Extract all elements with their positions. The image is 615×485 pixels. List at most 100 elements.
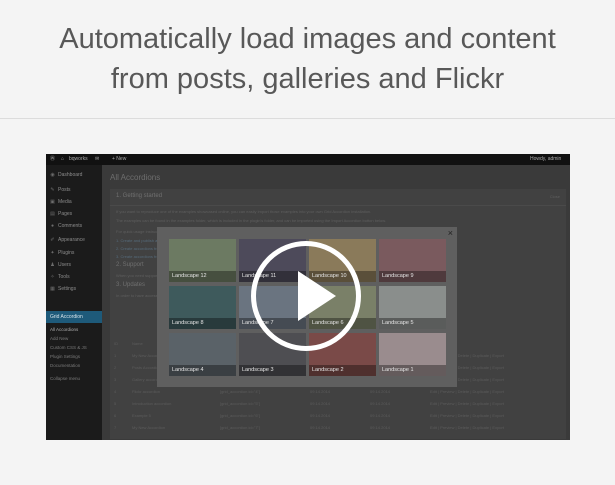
- table-cell: [grid_accordion id="4"]: [220, 389, 261, 394]
- submenu-item[interactable]: All Accordions: [50, 327, 78, 332]
- table-footer: [110, 435, 566, 440]
- sidebar-item-label: Grid Accordion: [50, 314, 83, 320]
- table-cell: 09.14.2014: [310, 389, 331, 394]
- submenu-item[interactable]: Documentation: [50, 363, 80, 368]
- table-cell: 1: [114, 353, 117, 358]
- intro-text-2: The examples can be found in the example…: [116, 218, 387, 223]
- table-cell[interactable]: Edit | Preview | Delete | Duplicate | Ex…: [430, 389, 504, 394]
- sidebar-item-label: Tools: [58, 274, 70, 280]
- sidebar-item-label: Posts: [58, 187, 71, 193]
- comments-icon[interactable]: ✉: [95, 154, 99, 165]
- table-cell: Introduction accordion: [132, 401, 172, 406]
- table-cell: 09.14.2014: [370, 413, 391, 418]
- table-cell[interactable]: Edit | Preview | Delete | Duplicate | Ex…: [430, 401, 504, 406]
- play-icon: [298, 271, 336, 321]
- sidebar-item-grid-accordion[interactable]: Grid Accordion: [46, 311, 102, 323]
- sidebar-item-posts[interactable]: ✎ Posts: [50, 187, 71, 193]
- close-icon[interactable]: ×: [448, 228, 453, 238]
- divider: [110, 205, 566, 206]
- column-header: Name: [132, 341, 143, 346]
- table-cell: [grid_accordion id="5"]: [220, 401, 261, 406]
- sidebar-item-settings[interactable]: ▦ Settings: [50, 286, 76, 292]
- thumbnail-label: Landscape 3: [239, 365, 306, 376]
- thumbnail-label: Landscape 2: [309, 365, 376, 376]
- play-button[interactable]: [251, 241, 361, 351]
- table-cell[interactable]: Edit | Preview | Delete | Duplicate | Ex…: [430, 413, 504, 418]
- sidebar-icon: ●: [50, 223, 55, 229]
- gallery-thumbnail[interactable]: Landscape 5: [379, 286, 446, 329]
- section-support: 2. Support: [116, 262, 144, 268]
- page-title: All Accordions: [110, 173, 161, 182]
- gallery-thumbnail[interactable]: Landscape 12: [169, 239, 236, 282]
- sidebar-item-appearance[interactable]: ✐ Appearance: [50, 237, 85, 243]
- table-row[interactable]: 5 Introduction accordion [grid_accordion i…: [110, 397, 566, 409]
- gallery-thumbnail[interactable]: Landscape 8: [169, 286, 236, 329]
- table-cell: 4: [114, 389, 117, 394]
- sidebar-item-label: Media: [58, 199, 72, 205]
- sidebar-item-plugins[interactable]: ✦ Plugins: [50, 250, 74, 256]
- sidebar-icon: ▦: [50, 286, 55, 292]
- column-header: ID: [114, 341, 118, 346]
- sidebar-item-pages[interactable]: ▤ Pages: [50, 211, 72, 217]
- sidebar-icon: ▤: [50, 211, 55, 217]
- table-cell: 7: [114, 425, 117, 430]
- table-cell: [grid_accordion id="6"]: [220, 413, 261, 418]
- table-cell: 09.14.2014: [370, 389, 391, 394]
- submenu-item[interactable]: Add New: [50, 336, 68, 341]
- sidebar-icon: ✎: [50, 187, 55, 193]
- headline-line-1: Automatically load images and content: [59, 23, 556, 55]
- thumbnail-label: Landscape 5: [379, 318, 446, 329]
- table-cell: Flickr accordion: [132, 389, 161, 394]
- table-row[interactable]: 7 My New Accordion [grid_accordion id="7"]…: [110, 421, 566, 433]
- sidebar-item-label: Plugins: [58, 250, 75, 256]
- headline: Automatically load images and content fr…: [0, 0, 615, 119]
- sidebar-icon: ▣: [50, 199, 55, 205]
- sidebar-item-media[interactable]: ▣ Media: [50, 199, 72, 205]
- thumbnail-label: Landscape 8: [169, 318, 236, 329]
- table-cell: [grid_accordion id="7"]: [220, 425, 261, 430]
- table-cell: 09.14.2014: [310, 413, 331, 418]
- headline-line-2: from posts, galleries and Flickr: [110, 63, 505, 95]
- sidebar-item-label: Settings: [58, 286, 77, 292]
- sidebar-icon: ✦: [50, 250, 55, 256]
- sidebar-item-tools[interactable]: ✧ Tools: [50, 274, 70, 280]
- submenu-item[interactable]: Custom CSS & JS: [50, 345, 87, 350]
- table-cell: 2: [114, 365, 117, 370]
- sidebar-item-label: Pages: [58, 211, 73, 217]
- admin-user[interactable]: Howdy, admin: [530, 154, 561, 165]
- table-cell: Example 5: [132, 413, 151, 418]
- table-cell[interactable]: Edit | Preview | Delete | Duplicate | Ex…: [430, 425, 504, 430]
- sidebar-item-comments[interactable]: ● Comments: [50, 223, 82, 229]
- thumbnail-label: Landscape 1: [379, 365, 446, 376]
- table-cell: My New Accordion: [132, 425, 166, 430]
- submenu-item[interactable]: Plugin Settings: [50, 354, 80, 359]
- table-cell: 6: [114, 413, 117, 418]
- table-row[interactable]: 6 Example 5 [grid_accordion id="6"] 09.14.2…: [110, 409, 566, 421]
- sidebar-item-label: Dashboard: [58, 172, 83, 178]
- intro-text-1: If you want to reproduce one of the exam…: [116, 209, 372, 214]
- sidebar-item-users[interactable]: ♟ Users: [50, 262, 71, 268]
- gallery-thumbnail[interactable]: Landscape 4: [169, 333, 236, 376]
- wordpress-icon[interactable]: Ⓦ: [50, 154, 55, 165]
- admin-new[interactable]: + New: [112, 154, 126, 165]
- video-preview[interactable]: Ⓦ ⌂ bqworks ✉ + New Howdy, admin ◉ Dashbo…: [46, 154, 570, 440]
- sidebar-item-dashboard[interactable]: ◉ Dashboard: [50, 172, 82, 178]
- home-icon[interactable]: ⌂: [61, 154, 64, 165]
- gallery-thumbnail[interactable]: Landscape 1: [379, 333, 446, 376]
- sidebar-icon: ✐: [50, 237, 55, 243]
- admin-site-name[interactable]: bqworks: [69, 154, 88, 165]
- sidebar-icon: ♟: [50, 262, 55, 268]
- sidebar-icon: ◉: [50, 172, 55, 178]
- thumbnail-label: Landscape 9: [379, 271, 446, 282]
- sidebar-item-label: Appearance: [58, 237, 85, 243]
- table-cell: 09.14.2014: [310, 425, 331, 430]
- sidebar-item-label: Users: [58, 262, 72, 268]
- table-cell: 09.14.2014: [310, 401, 331, 406]
- thumbnail-label: Landscape 4: [169, 365, 236, 376]
- gallery-thumbnail[interactable]: Landscape 9: [379, 239, 446, 282]
- collapse-menu[interactable]: Collapse menu: [50, 376, 80, 381]
- close-link[interactable]: Close: [550, 194, 560, 199]
- admin-bar: Ⓦ ⌂ bqworks ✉ + New Howdy, admin: [46, 154, 570, 165]
- sidebar-item-label: Comments: [58, 223, 83, 229]
- table-cell: 09.14.2014: [370, 401, 391, 406]
